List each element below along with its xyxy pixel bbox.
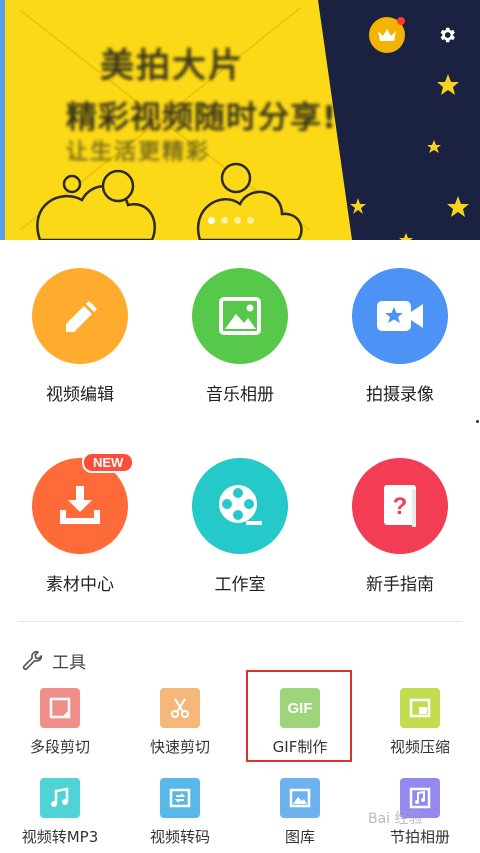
vip-button[interactable]: [369, 17, 405, 53]
feature-studio[interactable]: 工作室: [170, 458, 310, 595]
feature-music-album[interactable]: 音乐相册: [170, 268, 310, 405]
crown-icon: [378, 29, 396, 41]
tool-label: 多段剪切: [29, 738, 90, 756]
wrench-icon: [22, 650, 43, 670]
banner-subtitle: 精彩视频随时分享!: [66, 100, 338, 136]
tool-label: 视频压缩: [389, 738, 450, 756]
tool-gallery[interactable]: 图库: [240, 778, 360, 847]
gear-icon: [440, 27, 455, 43]
banner-tagline: 让生活更精彩: [66, 140, 211, 165]
feature-record-video[interactable]: 拍摄录像: [330, 268, 470, 405]
notification-dot: [397, 17, 405, 25]
feature-beginner-guide[interactable]: ? 新手指南: [330, 458, 470, 595]
trim-icon: [40, 688, 80, 728]
svg-text:?: ?: [393, 493, 408, 520]
feature-label: 音乐相册: [206, 385, 274, 405]
tools-title: 工具: [52, 653, 86, 673]
scissors-icon: [160, 688, 200, 728]
watermark: Bai 经验: [368, 811, 423, 827]
download-icon: [60, 486, 100, 524]
feature-circle: [192, 458, 288, 554]
pencil-icon: [66, 301, 97, 332]
feature-label: 新手指南: [366, 575, 434, 595]
tool-multi-trim[interactable]: 多段剪切: [0, 688, 120, 757]
feature-circle: ?: [352, 458, 448, 554]
convert-icon: [160, 778, 200, 818]
feature-circle: NEW: [32, 452, 135, 554]
tool-video-to-mp3[interactable]: 视频转MP3: [0, 778, 120, 847]
gif-highlight-frame: [246, 670, 352, 762]
carousel-dot[interactable]: [208, 217, 215, 224]
carousel-indicator: [208, 217, 254, 224]
feature-label: 拍摄录像: [366, 385, 434, 405]
tool-video-compress[interactable]: 视频压缩: [360, 688, 480, 757]
film-reel-icon: [219, 485, 262, 525]
edge-marker: [476, 420, 479, 423]
image-icon: [219, 297, 261, 335]
tool-label: 节拍相册: [389, 828, 450, 846]
gallery-icon: [280, 778, 320, 818]
feature-label: 工作室: [214, 575, 266, 595]
feature-circle: [32, 268, 128, 364]
section-divider: [18, 621, 462, 622]
feature-label: 素材中心: [46, 575, 114, 595]
new-badge: NEW: [82, 452, 135, 473]
tool-quick-cut[interactable]: 快速剪切: [120, 688, 240, 757]
tool-video-convert[interactable]: 视频转码: [120, 778, 240, 847]
tool-label: 快速剪切: [149, 738, 210, 756]
feature-circle: [192, 268, 288, 364]
carousel-dot[interactable]: [234, 217, 241, 224]
tool-label: 图库: [284, 828, 315, 846]
help-book-icon: ?: [384, 485, 416, 527]
feature-material-center[interactable]: NEW 素材中心: [10, 452, 150, 595]
carousel-dot[interactable]: [247, 217, 254, 224]
feature-label: 视频编辑: [46, 385, 114, 405]
feature-video-edit[interactable]: 视频编辑: [10, 268, 150, 405]
tool-label: 视频转码: [149, 828, 210, 846]
feature-circle: [352, 268, 448, 364]
carousel-dot[interactable]: [221, 217, 228, 224]
promo-banner[interactable]: 美拍大片 精彩视频随时分享! 让生活更精彩: [0, 0, 480, 240]
settings-button[interactable]: [429, 17, 465, 53]
music-note-icon: [40, 778, 80, 818]
banner-headline: 美拍大片: [100, 46, 244, 86]
video-camera-icon: [377, 301, 423, 331]
compress-icon: [400, 688, 440, 728]
tool-label: 视频转MP3: [21, 828, 99, 846]
tools-header: 工具: [22, 648, 86, 673]
